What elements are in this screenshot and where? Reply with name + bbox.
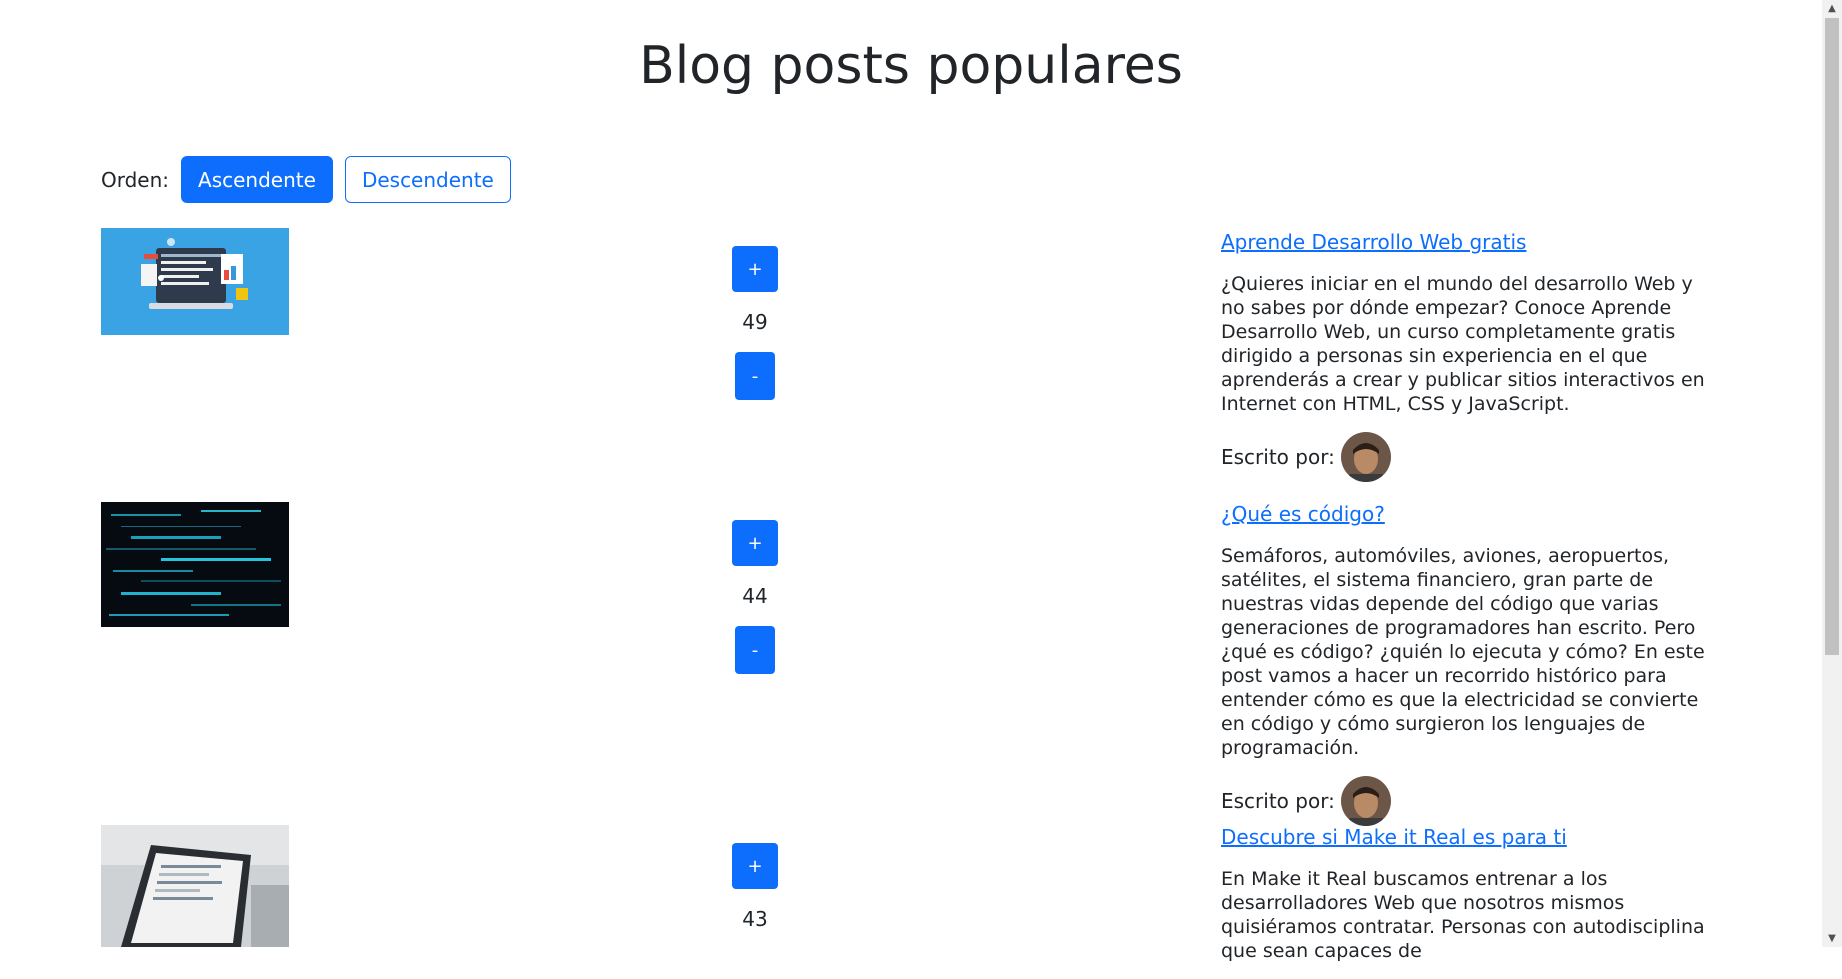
vote-count: 43: [742, 907, 768, 931]
upvote-button[interactable]: +: [732, 843, 778, 889]
scrollbar[interactable]: ▲ ▼: [1822, 0, 1842, 947]
post-title-link[interactable]: Descubre si Make it Real es para ti: [1221, 825, 1721, 849]
author-label: Escrito por:: [1221, 445, 1335, 469]
vote-count: 49: [742, 310, 768, 334]
upvote-button[interactable]: +: [732, 520, 778, 566]
scroll-down-icon[interactable]: ▼: [1822, 930, 1842, 947]
scroll-up-icon[interactable]: ▲: [1822, 0, 1842, 17]
downvote-button[interactable]: -: [735, 626, 775, 674]
post-description: Semáforos, automóviles, aviones, aeropue…: [1221, 545, 1705, 759]
order-label: Orden:: [101, 167, 170, 192]
vote-controls: + 49 -: [731, 246, 779, 400]
order-controls: Orden: Ascendente Descendente: [101, 156, 511, 203]
avatar: [1340, 432, 1391, 482]
post-description: ¿Quieres iniciar en el mundo del desarro…: [1221, 273, 1705, 415]
post-content: ¿Qué es código? Semáforos, automóviles, …: [1221, 502, 1721, 826]
sort-ascending-button[interactable]: Ascendente: [181, 156, 333, 203]
upvote-button[interactable]: +: [732, 246, 778, 292]
post-thumbnail: [101, 502, 289, 627]
post-content: Descubre si Make it Real es para ti En M…: [1221, 825, 1721, 979]
post-author: Escrito por:: [1221, 776, 1721, 826]
post-content: Aprende Desarrollo Web gratis ¿Quieres i…: [1221, 230, 1721, 482]
post-title-link[interactable]: ¿Qué es código?: [1221, 502, 1721, 526]
avatar: [1340, 776, 1391, 826]
vote-controls: + 44 -: [731, 520, 779, 674]
scroll-thumb[interactable]: [1825, 18, 1839, 655]
post-thumbnail: [101, 825, 289, 947]
author-label: Escrito por:: [1221, 789, 1335, 813]
post-description: En Make it Real buscamos entrenar a los …: [1221, 868, 1705, 962]
downvote-button[interactable]: -: [735, 352, 775, 400]
post-thumbnail: [101, 228, 289, 335]
sort-descending-button[interactable]: Descendente: [344, 156, 511, 203]
post-title-link[interactable]: Aprende Desarrollo Web gratis: [1221, 230, 1721, 254]
vote-controls: + 43: [731, 843, 779, 949]
page-title: Blog posts populares: [639, 36, 1183, 96]
post-author: Escrito por:: [1221, 432, 1721, 482]
vote-count: 44: [742, 584, 768, 608]
